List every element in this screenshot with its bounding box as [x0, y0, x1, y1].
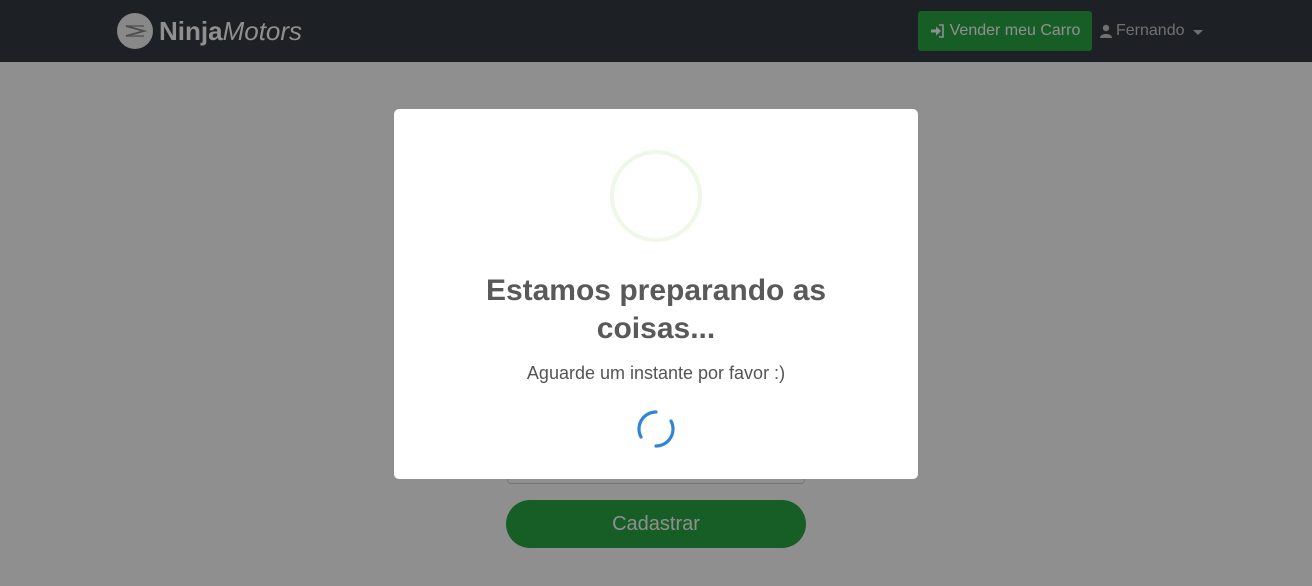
modal-text: Aguarde um instante por favor :) — [526, 363, 786, 383]
success-ring-icon — [610, 150, 702, 242]
loading-modal: Estamos preparando as coisas... Aguarde … — [394, 109, 918, 479]
loading-spinner-icon — [635, 408, 677, 450]
modal-title: Estamos preparando as coisas... — [485, 274, 827, 345]
